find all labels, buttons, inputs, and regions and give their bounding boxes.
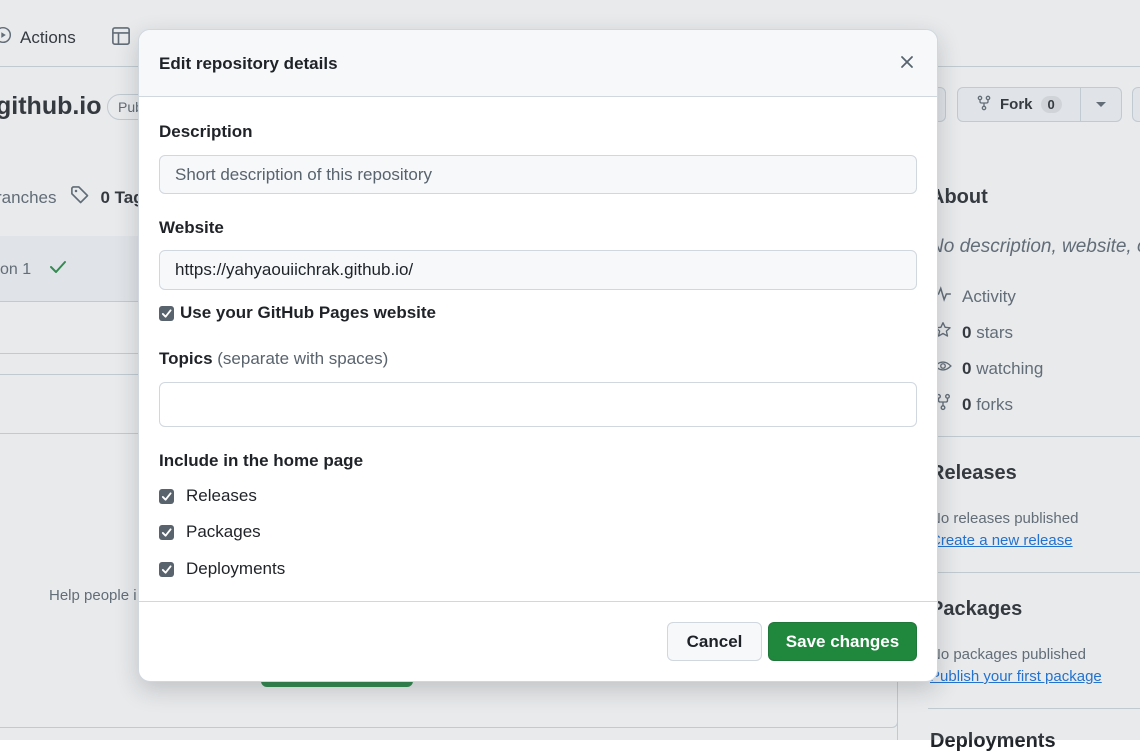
topics-label: Topics (separate with spaces) [159, 349, 388, 369]
deployments-checkbox-label: Deployments [186, 559, 286, 578]
dialog-title: Edit repository details [159, 54, 338, 73]
close-button[interactable] [895, 52, 919, 76]
deployments-checkbox[interactable] [159, 561, 174, 577]
packages-checkbox-label: Packages [186, 522, 261, 541]
edit-repository-dialog: Edit repository details Description Webs… [138, 29, 938, 682]
cancel-button[interactable]: Cancel [667, 622, 762, 661]
home-page-heading: Include in the home page [159, 451, 364, 470]
deployments-checkbox-row[interactable]: Deployments [159, 559, 285, 579]
releases-checkbox[interactable] [159, 488, 174, 504]
use-pages-label: Use your GitHub Pages website [180, 303, 437, 322]
use-pages-checkbox-row[interactable]: Use your GitHub Pages website [159, 303, 436, 323]
topics-input[interactable] [159, 382, 917, 427]
website-input[interactable] [159, 250, 917, 290]
description-input[interactable] [159, 155, 917, 194]
topics-hint: (separate with spaces) [217, 349, 389, 368]
dialog-header: Edit repository details [139, 30, 937, 97]
releases-checkbox-label: Releases [186, 486, 257, 505]
packages-checkbox[interactable] [159, 524, 174, 540]
save-changes-button[interactable]: Save changes [768, 622, 917, 661]
topics-label-text: Topics [159, 349, 213, 368]
releases-checkbox-row[interactable]: Releases [159, 486, 257, 506]
website-label: Website [159, 218, 224, 237]
use-pages-checkbox[interactable] [159, 305, 174, 321]
packages-checkbox-row[interactable]: Packages [159, 522, 261, 542]
dialog-footer: Cancel Save changes [139, 601, 937, 681]
description-label: Description [159, 122, 253, 141]
close-icon [900, 55, 914, 74]
